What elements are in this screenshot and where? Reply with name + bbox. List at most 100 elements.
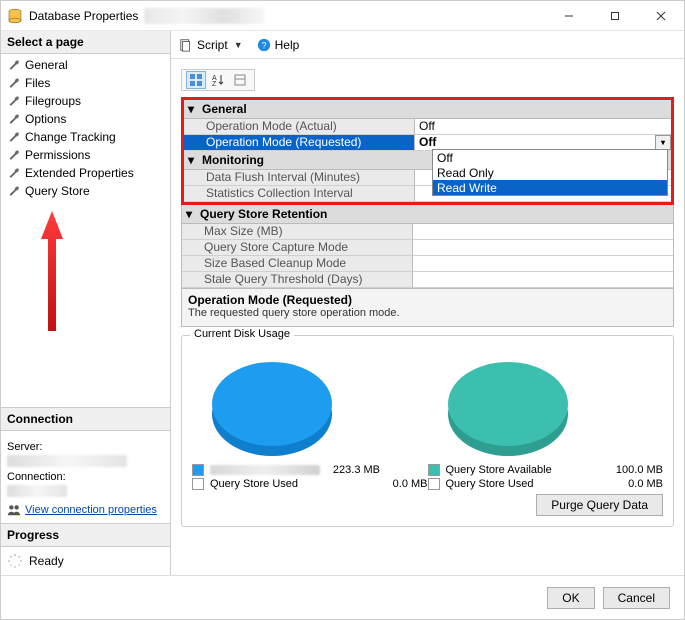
nav-item-options[interactable]: Options — [1, 110, 170, 128]
svg-text:Z: Z — [212, 81, 217, 87]
swatch-icon — [192, 478, 204, 490]
swatch-icon — [428, 464, 440, 476]
legend-label: Query Store Used — [210, 478, 368, 490]
prop-value-text: Off — [419, 135, 436, 149]
wrench-icon — [7, 130, 21, 144]
prop-value — [412, 224, 673, 240]
nav-label: Extended Properties — [25, 166, 134, 180]
property-grid-toolbar: AZ — [181, 69, 255, 91]
nav-label: Change Tracking — [25, 130, 116, 144]
title-blur — [144, 8, 264, 24]
prop-name: Statistics Collection Interval — [184, 186, 414, 202]
page-nav: General Files Filegroups Options Change … — [1, 54, 170, 202]
category-retention[interactable]: ▾Query Store Retention — [182, 205, 673, 224]
nav-item-query-store[interactable]: Query Store — [1, 182, 170, 200]
pie-chart-right — [428, 350, 588, 462]
properties-button[interactable] — [230, 71, 250, 89]
nav-label: Permissions — [25, 148, 90, 162]
nav-label: Query Store — [25, 184, 90, 198]
prop-name: Max Size (MB) — [182, 224, 412, 240]
wrench-icon — [7, 184, 21, 198]
row-capture-mode[interactable]: Query Store Capture Mode — [182, 240, 673, 256]
script-dropdown-caret[interactable]: ▼ — [234, 40, 243, 50]
connection-label: Connection: — [7, 471, 164, 483]
prop-name: Size Based Cleanup Mode — [182, 256, 412, 272]
nav-item-change-tracking[interactable]: Change Tracking — [1, 128, 170, 146]
connection-icon — [7, 503, 21, 517]
script-button[interactable]: Script — [197, 38, 228, 52]
titlebar: Database Properties — [1, 1, 684, 31]
dropdown-option-read-only[interactable]: Read Only — [433, 165, 667, 180]
nav-label: General — [25, 58, 68, 72]
help-button[interactable]: Help — [275, 38, 300, 52]
legend-left-row2: Query Store Used0.0 MB — [192, 478, 428, 490]
prop-name: Operation Mode (Requested) — [184, 135, 414, 151]
description-text: The requested query store operation mode… — [188, 307, 667, 319]
categorized-button[interactable] — [186, 71, 206, 89]
window-title: Database Properties — [29, 9, 138, 23]
category-general[interactable]: ▾General — [184, 100, 671, 119]
category-label: Monitoring — [202, 153, 264, 167]
connection-value-blur — [7, 485, 67, 497]
prop-name: Operation Mode (Actual) — [184, 119, 414, 135]
progress-header: Progress — [1, 523, 170, 547]
prop-value: Off — [414, 119, 671, 135]
database-icon — [7, 8, 23, 24]
category-label: General — [202, 102, 247, 116]
dropdown-option-off[interactable]: Off — [433, 150, 667, 165]
nav-label: Files — [25, 76, 50, 90]
category-label: Query Store Retention — [200, 207, 327, 221]
nav-item-permissions[interactable]: Permissions — [1, 146, 170, 164]
legend-blur — [210, 465, 320, 475]
select-page-header: Select a page — [1, 31, 170, 54]
row-stale-threshold[interactable]: Stale Query Threshold (Days) — [182, 272, 673, 288]
prop-name: Stale Query Threshold (Days) — [182, 272, 412, 288]
nav-item-filegroups[interactable]: Filegroups — [1, 92, 170, 110]
prop-value — [412, 240, 673, 256]
svg-text:?: ? — [261, 40, 266, 50]
help-icon: ? — [257, 38, 271, 52]
prop-name: Data Flush Interval (Minutes) — [184, 170, 414, 186]
close-button[interactable] — [638, 1, 684, 31]
maximize-button[interactable] — [592, 1, 638, 31]
legend-label: Query Store Used — [446, 478, 604, 490]
property-grid-highlight: ▾General Operation Mode (Actual)Off Oper… — [181, 97, 674, 205]
row-operation-mode-actual[interactable]: Operation Mode (Actual)Off — [184, 119, 671, 135]
purge-button[interactable]: Purge Query Data — [536, 494, 663, 516]
cancel-button[interactable]: Cancel — [603, 587, 670, 609]
view-connection-link[interactable]: View connection properties — [25, 504, 157, 516]
dropdown-option-read-write[interactable]: Read Write — [433, 180, 667, 195]
wrench-icon — [7, 166, 21, 180]
legend-right-row1: Query Store Available100.0 MB — [428, 464, 664, 476]
row-max-size[interactable]: Max Size (MB) — [182, 224, 673, 240]
legend-label: Query Store Available — [446, 464, 604, 476]
caret-down-icon: ▾ — [188, 153, 198, 167]
nav-item-general[interactable]: General — [1, 56, 170, 74]
row-cleanup-mode[interactable]: Size Based Cleanup Mode — [182, 256, 673, 272]
prop-value — [412, 256, 673, 272]
legend-right-row2: Query Store Used0.0 MB — [428, 478, 664, 490]
ok-button[interactable]: OK — [547, 587, 594, 609]
right-pane: Script ▼ ? Help AZ ▾General Operation Mo… — [171, 31, 684, 575]
disk-usage-title: Current Disk Usage — [190, 328, 294, 340]
wrench-icon — [7, 148, 21, 162]
spinner-icon — [7, 553, 23, 569]
wrench-icon — [7, 76, 21, 90]
annotation-arrow-icon — [39, 211, 65, 331]
nav-item-files[interactable]: Files — [1, 74, 170, 92]
minimize-button[interactable] — [546, 1, 592, 31]
dropdown-button[interactable]: ▾ — [655, 135, 671, 150]
dialog-window: Database Properties Select a page Genera… — [0, 0, 685, 620]
script-icon — [179, 38, 193, 52]
nav-label: Options — [25, 112, 66, 126]
top-toolbar: Script ▼ ? Help — [171, 31, 684, 59]
nav-item-extended-properties[interactable]: Extended Properties — [1, 164, 170, 182]
operation-mode-dropdown[interactable]: Off Read Only Read Write — [432, 149, 668, 196]
connection-section: Connection Server: Connection: View conn… — [1, 407, 170, 575]
left-pane: Select a page General Files Filegroups O… — [1, 31, 171, 575]
wrench-icon — [7, 58, 21, 72]
legend-left-row1: 223.3 MB — [192, 464, 428, 476]
nav-label: Filegroups — [25, 94, 81, 108]
description-title: Operation Mode (Requested) — [188, 293, 667, 307]
alphabetical-button[interactable]: AZ — [208, 71, 228, 89]
